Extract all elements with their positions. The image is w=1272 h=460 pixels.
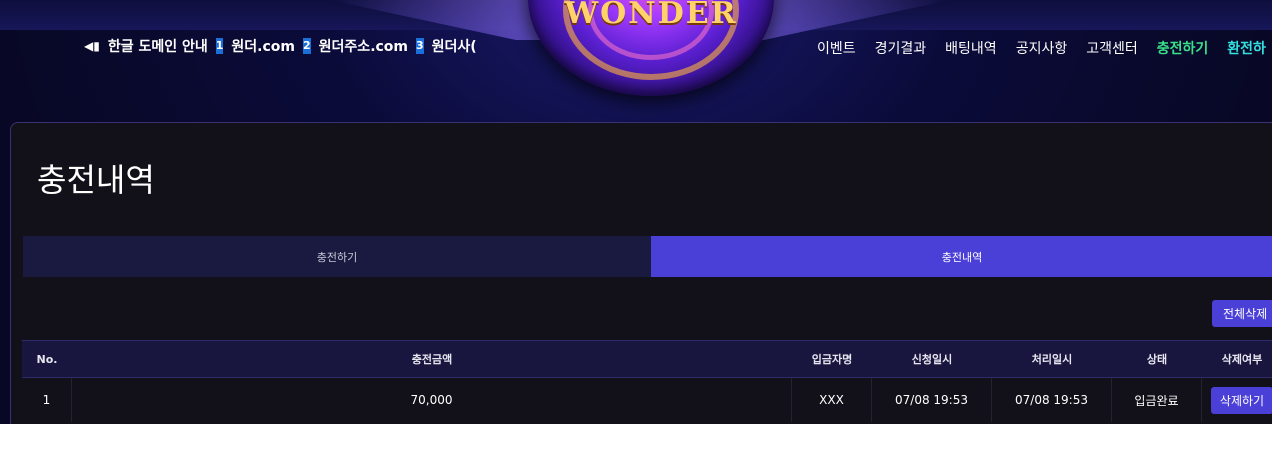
nav-item-events[interactable]: 이벤트 (817, 38, 856, 58)
row-no: 1 (22, 378, 72, 422)
notice-number-badge: 3 (416, 38, 424, 54)
notice-domain-link[interactable]: 원더.com (231, 36, 295, 56)
nav-item-exchange[interactable]: 환전하 (1227, 38, 1266, 58)
tab-charge-history[interactable]: 충전내역 (651, 236, 1272, 277)
nav-item-charge[interactable]: 충전하기 (1157, 38, 1209, 58)
nav-item-bet-history[interactable]: 배팅내역 (945, 38, 997, 58)
delete-all-button[interactable]: 전체삭제 (1212, 300, 1272, 327)
row-processed: 07/08 19:53 (992, 378, 1112, 422)
table-row: 1 70,000 XXX 07/08 19:53 07/08 19:53 입금완… (22, 378, 1272, 422)
notice-domain-link[interactable]: 원더사( (432, 36, 476, 56)
nav-item-results[interactable]: 경기결과 (875, 38, 927, 58)
column-header-depositor: 입금자명 (811, 353, 853, 366)
site-logo[interactable]: WONDER (528, 0, 774, 96)
column-header-processed: 처리일시 (1031, 353, 1073, 366)
row-requested: 07/08 19:53 (872, 378, 992, 422)
row-delete-cell: 삭제하기 (1202, 378, 1272, 422)
charge-history-table: No. 충전금액 입금자명 신청일시 처리일시 상태 삭제여부 1 70,000… (22, 340, 1272, 422)
notice-number-badge: 1 (215, 38, 224, 54)
nav-item-notices[interactable]: 공지사항 (1016, 38, 1068, 58)
table-header: No. 충전금액 입금자명 신청일시 처리일시 상태 삭제여부 (22, 340, 1272, 378)
notice-lead: 한글 도메인 안내 (107, 39, 208, 55)
column-header-delete: 삭제여부 (1221, 353, 1263, 366)
row-status: 입금완료 (1112, 378, 1202, 422)
row-depositor: XXX (792, 378, 872, 422)
delete-row-button[interactable]: 삭제하기 (1211, 386, 1272, 414)
column-header-amount: 충전금액 (411, 353, 453, 366)
charge-history-panel: 충전내역 충전하기 충전내역 전체삭제 No. 충전금액 입금자명 신청일시 처… (10, 122, 1272, 424)
page-title: 충전내역 (37, 161, 155, 199)
logo-text: WONDER (564, 0, 738, 31)
column-header-status: 상태 (1146, 353, 1168, 366)
column-header-no: No. (36, 352, 58, 366)
megaphone-icon: ◀▮ (84, 39, 100, 53)
tab-bar: 충전하기 충전내역 (23, 236, 1272, 277)
notice-domain-link[interactable]: 원더주소.com (319, 36, 408, 56)
main-nav: 이벤트 경기결과 배팅내역 공지사항 고객센터 충전하기 환전하 (817, 38, 1272, 58)
viewport: WONDER ◀▮ 한글 도메인 안내 1 원더.com 2 원더주소.com … (0, 0, 1272, 424)
row-amount: 70,000 (72, 378, 792, 422)
site-header: WONDER ◀▮ 한글 도메인 안내 1 원더.com 2 원더주소.com … (0, 0, 1272, 120)
tab-charge[interactable]: 충전하기 (23, 236, 651, 277)
nav-item-support[interactable]: 고객센터 (1086, 38, 1138, 58)
domain-notice-ticker: ◀▮ 한글 도메인 안내 1 원더.com 2 원더주소.com 3 원더사( (84, 36, 476, 56)
column-header-requested: 신청일시 (911, 353, 953, 366)
notice-number-badge: 2 (303, 38, 311, 54)
